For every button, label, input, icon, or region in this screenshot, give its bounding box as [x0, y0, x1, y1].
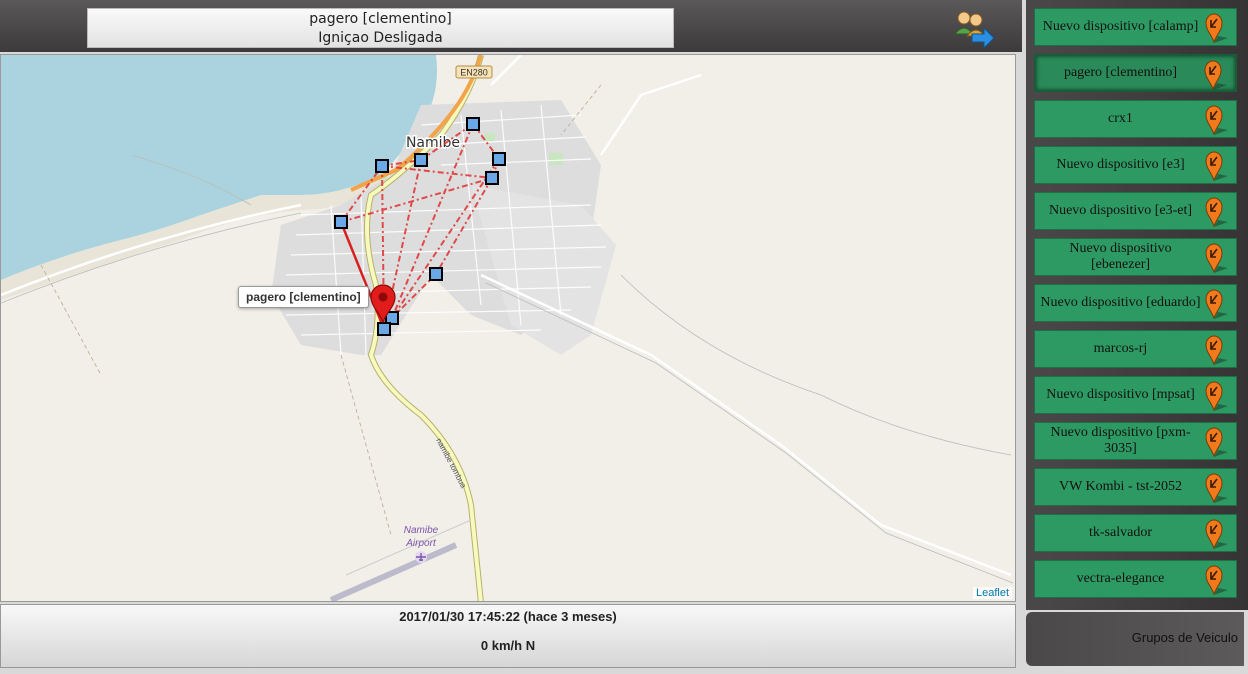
map-pin-icon[interactable] [1204, 518, 1230, 550]
map-pin-icon[interactable] [1203, 59, 1229, 91]
map-pin-icon[interactable] [1204, 334, 1230, 366]
marker-tooltip: pagero [clementino] [238, 286, 369, 308]
airport-label-2: Airport [405, 538, 437, 549]
route-point[interactable] [485, 171, 499, 185]
map-pin-icon[interactable] [1204, 242, 1230, 274]
device-button[interactable]: pagero [clementino] [1034, 54, 1237, 92]
map-pin-icon[interactable] [1204, 288, 1230, 320]
route-label: namibe tombua [434, 437, 468, 490]
map-pin-icon[interactable] [1204, 196, 1230, 228]
route-point[interactable] [377, 322, 391, 336]
status-footer: 2017/01/30 17:45:22 (hace 3 meses) 0 km/… [0, 604, 1016, 668]
road-label: EN280 [460, 68, 488, 78]
device-button[interactable]: marcos-rj [1034, 330, 1237, 368]
route-point[interactable] [414, 153, 428, 167]
map-pin-icon[interactable] [1204, 104, 1230, 136]
route-point[interactable] [429, 267, 443, 281]
device-button[interactable]: Nuevo dispositivo [pxm-3035] [1034, 422, 1237, 460]
map-pin-icon[interactable] [1204, 564, 1230, 596]
device-label: VW Kombi - tst-2052 [1058, 479, 1182, 494]
map-pin-icon[interactable] [1204, 426, 1230, 458]
device-label: Nuevo dispositivo [e3-et] [1048, 203, 1193, 218]
device-button[interactable]: Nuevo dispositivo [e3-et] [1034, 192, 1237, 230]
device-sidebar: Nuevo dispositivo [calamp] pagero [clemen… [1026, 0, 1248, 610]
vehicle-groups-label: Grupos de Veiculo [1131, 630, 1238, 645]
top-bar: pagero [clementino] Igniçao Desligada [0, 0, 1022, 52]
device-label: vectra-elegance [1076, 571, 1165, 586]
device-button[interactable]: VW Kombi - tst-2052 [1034, 468, 1237, 506]
route-point[interactable] [375, 159, 389, 173]
device-button[interactable]: Nuevo dispositivo [mpsat] [1034, 376, 1237, 414]
device-label: pagero [clementino] [1063, 65, 1178, 80]
device-button[interactable]: crx1 [1034, 100, 1237, 138]
map-attribution[interactable]: Leaflet [972, 587, 1012, 599]
device-label: Nuevo dispositivo [ebenezer] [1069, 241, 1172, 272]
device-label: Nuevo dispositivo [mpsat] [1046, 387, 1195, 402]
device-label: Nuevo dispositivo [eduardo] [1040, 295, 1201, 310]
airport-label-1: Namibe [404, 525, 439, 536]
users-arrow-icon[interactable] [952, 8, 996, 50]
route-point[interactable] [466, 117, 480, 131]
airplane-icon [415, 551, 427, 563]
device-button[interactable]: tk-salvador [1034, 514, 1237, 552]
device-button[interactable]: Nuevo dispositivo [e3] [1034, 146, 1237, 184]
route-point[interactable] [492, 152, 506, 166]
device-label: Nuevo dispositivo [pxm-3035] [1050, 425, 1191, 456]
device-label: Nuevo dispositivo [calamp] [1042, 19, 1199, 34]
map-view[interactable]: EN280 Namibe namibe tombua Namibe Airpor… [0, 54, 1016, 602]
device-label: crx1 [1108, 111, 1133, 126]
map-pin-icon[interactable] [1204, 380, 1230, 412]
map-pin-icon[interactable] [1204, 150, 1230, 182]
map-pin-icon[interactable] [1204, 12, 1230, 44]
last-update-timestamp: 2017/01/30 17:45:22 (hace 3 meses) [399, 609, 617, 624]
device-button[interactable]: Nuevo dispositivo [eduardo] [1034, 284, 1237, 322]
route-point[interactable] [334, 215, 348, 229]
device-title: pagero [clementino] [309, 11, 452, 27]
vehicle-groups-button[interactable]: Grupos de Veiculo [1026, 612, 1244, 666]
device-title-box: pagero [clementino] Igniçao Desligada [87, 8, 674, 48]
ignition-status: Igniçao Desligada [318, 30, 443, 46]
map-pin-icon[interactable] [1204, 472, 1230, 504]
device-button[interactable]: Nuevo dispositivo [calamp] [1034, 8, 1237, 46]
speed-direction: 0 km/h N [480, 638, 536, 653]
device-label: tk-salvador [1089, 525, 1152, 540]
device-button[interactable]: vectra-elegance [1034, 560, 1237, 598]
device-button[interactable]: Nuevo dispositivo [ebenezer] [1034, 238, 1237, 276]
device-label: Nuevo dispositivo [e3] [1056, 157, 1185, 172]
device-label: marcos-rj [1093, 341, 1148, 356]
